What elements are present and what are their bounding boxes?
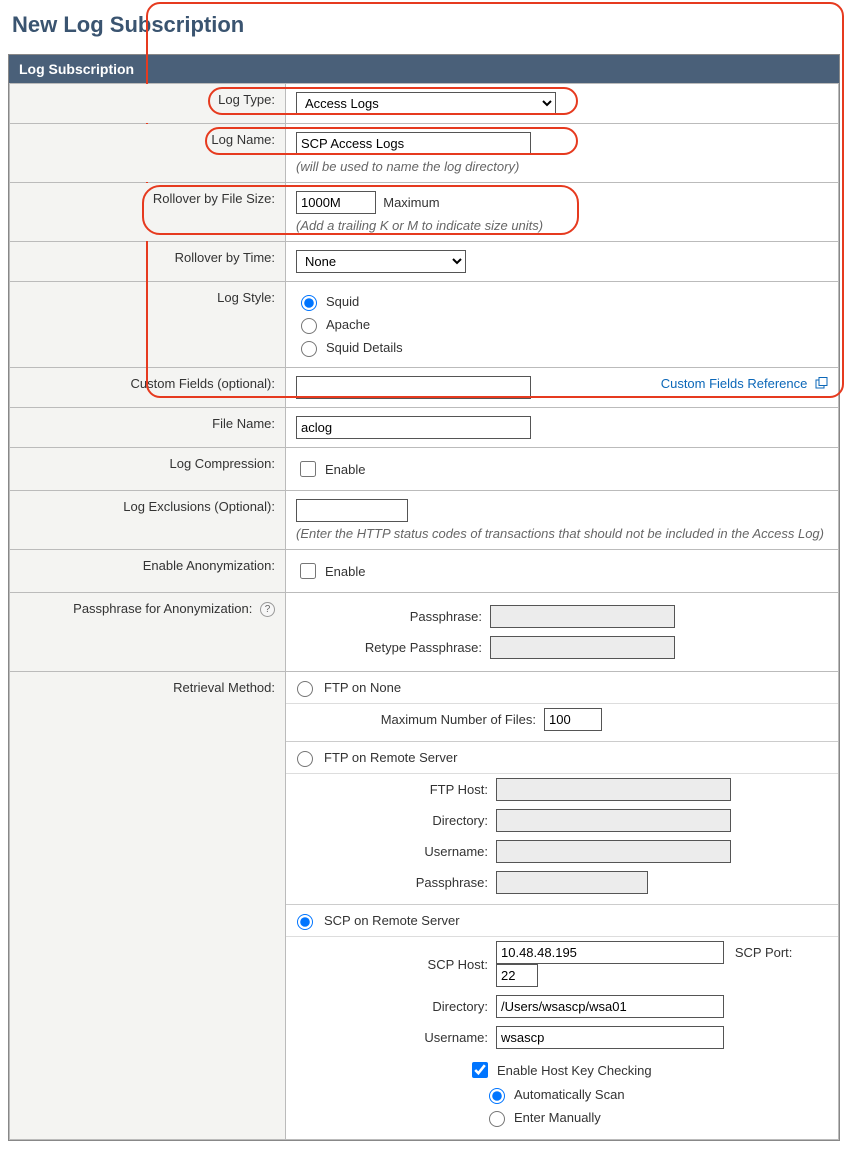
rollover-time-select[interactable]: None bbox=[296, 250, 466, 273]
scp-port-label: SCP Port: bbox=[735, 945, 793, 960]
scp-username-input[interactable] bbox=[496, 1026, 724, 1049]
retrieval-scp-remote-label: SCP on Remote Server bbox=[324, 913, 460, 928]
anon-passphrase-label: Passphrase: bbox=[410, 609, 482, 624]
ftp-host-input bbox=[496, 778, 731, 801]
ftp-username-input bbox=[496, 840, 731, 863]
log-exclusions-input[interactable] bbox=[296, 499, 408, 522]
page-title: New Log Subscription bbox=[12, 12, 840, 38]
log-subscription-panel: Log Subscription Log Type: Access Logs L… bbox=[8, 54, 840, 1141]
retrieval-scp-remote-block: SCP on Remote Server SCP Host: SCP Port: bbox=[286, 904, 838, 1139]
passphrase-anon-label: Passphrase for Anonymization: bbox=[73, 601, 252, 616]
enable-host-key-label: Enable Host Key Checking bbox=[497, 1063, 652, 1078]
retrieval-ftp-none-radio[interactable] bbox=[297, 681, 313, 697]
enable-anon-enable-label: Enable bbox=[325, 564, 365, 579]
log-style-apache-radio[interactable] bbox=[301, 318, 317, 334]
ftp-host-label: FTP Host: bbox=[430, 782, 488, 797]
anon-retype-passphrase-label: Retype Passphrase: bbox=[365, 640, 482, 655]
ftp-username-label: Username: bbox=[424, 844, 488, 859]
custom-fields-reference-link[interactable]: Custom Fields Reference bbox=[661, 376, 808, 391]
log-style-squid-radio[interactable] bbox=[301, 295, 317, 311]
log-style-squid-details-radio[interactable] bbox=[301, 341, 317, 357]
file-name-input[interactable] bbox=[296, 416, 531, 439]
log-style-squid-details-label: Squid Details bbox=[326, 340, 403, 355]
retrieval-ftp-remote-label: FTP on Remote Server bbox=[324, 750, 457, 765]
enter-manually-radio[interactable] bbox=[489, 1111, 505, 1127]
log-type-label: Log Type: bbox=[218, 92, 275, 107]
log-compression-label: Log Compression: bbox=[170, 456, 276, 471]
ftp-passphrase-label: Passphrase: bbox=[416, 875, 488, 890]
scp-directory-input[interactable] bbox=[496, 995, 724, 1018]
enter-manually-label: Enter Manually bbox=[514, 1110, 601, 1125]
enable-anon-checkbox[interactable] bbox=[300, 563, 316, 579]
log-style-squid-label: Squid bbox=[326, 294, 359, 309]
log-compression-enable-label: Enable bbox=[325, 462, 365, 477]
retrieval-ftp-none-block: FTP on None Maximum Number of Files: bbox=[286, 672, 838, 741]
log-style-label: Log Style: bbox=[217, 290, 275, 305]
log-style-apache-label: Apache bbox=[326, 317, 370, 332]
log-exclusions-label: Log Exclusions (Optional): bbox=[123, 499, 275, 514]
retrieval-ftp-none-label: FTP on None bbox=[324, 680, 401, 695]
log-name-help: (will be used to name the log directory) bbox=[296, 159, 828, 174]
retrieval-ftp-remote-block: FTP on Remote Server FTP Host: Directory… bbox=[286, 741, 838, 904]
ftp-passphrase-input bbox=[496, 871, 648, 894]
enable-anon-label: Enable Anonymization: bbox=[143, 558, 275, 573]
ftp-directory-input bbox=[496, 809, 731, 832]
file-name-label: File Name: bbox=[212, 416, 275, 431]
max-files-input[interactable] bbox=[544, 708, 602, 731]
scp-username-label: Username: bbox=[424, 1030, 488, 1045]
auto-scan-radio[interactable] bbox=[489, 1088, 505, 1104]
panel-header: Log Subscription bbox=[9, 55, 839, 83]
log-exclusions-help: (Enter the HTTP status codes of transact… bbox=[296, 526, 828, 541]
enable-host-key-checkbox[interactable] bbox=[472, 1062, 488, 1078]
rollover-size-input[interactable] bbox=[296, 191, 376, 214]
log-name-label: Log Name: bbox=[211, 132, 275, 147]
rollover-size-suffix: Maximum bbox=[383, 195, 439, 210]
help-icon[interactable]: ? bbox=[260, 602, 275, 617]
anon-retype-passphrase-input bbox=[490, 636, 675, 659]
custom-fields-label: Custom Fields (optional): bbox=[131, 376, 276, 391]
anon-passphrase-input bbox=[490, 605, 675, 628]
custom-fields-input[interactable] bbox=[296, 376, 531, 399]
rollover-size-label: Rollover by File Size: bbox=[153, 191, 275, 206]
scp-port-input[interactable] bbox=[496, 964, 538, 987]
log-compression-checkbox[interactable] bbox=[300, 461, 316, 477]
retrieval-ftp-remote-radio[interactable] bbox=[297, 751, 313, 767]
rollover-time-label: Rollover by Time: bbox=[175, 250, 275, 265]
scp-directory-label: Directory: bbox=[432, 999, 488, 1014]
scp-host-label: SCP Host: bbox=[428, 957, 488, 972]
rollover-size-help: (Add a trailing K or M to indicate size … bbox=[296, 218, 828, 233]
retrieval-method-label: Retrieval Method: bbox=[173, 680, 275, 695]
log-name-input[interactable] bbox=[296, 132, 531, 155]
external-link-icon bbox=[815, 377, 828, 393]
ftp-directory-label: Directory: bbox=[432, 813, 488, 828]
retrieval-scp-remote-radio[interactable] bbox=[297, 914, 313, 930]
auto-scan-label: Automatically Scan bbox=[514, 1087, 625, 1102]
max-files-label: Maximum Number of Files: bbox=[381, 712, 536, 727]
log-type-select[interactable]: Access Logs bbox=[296, 92, 556, 115]
scp-host-input[interactable] bbox=[496, 941, 724, 964]
